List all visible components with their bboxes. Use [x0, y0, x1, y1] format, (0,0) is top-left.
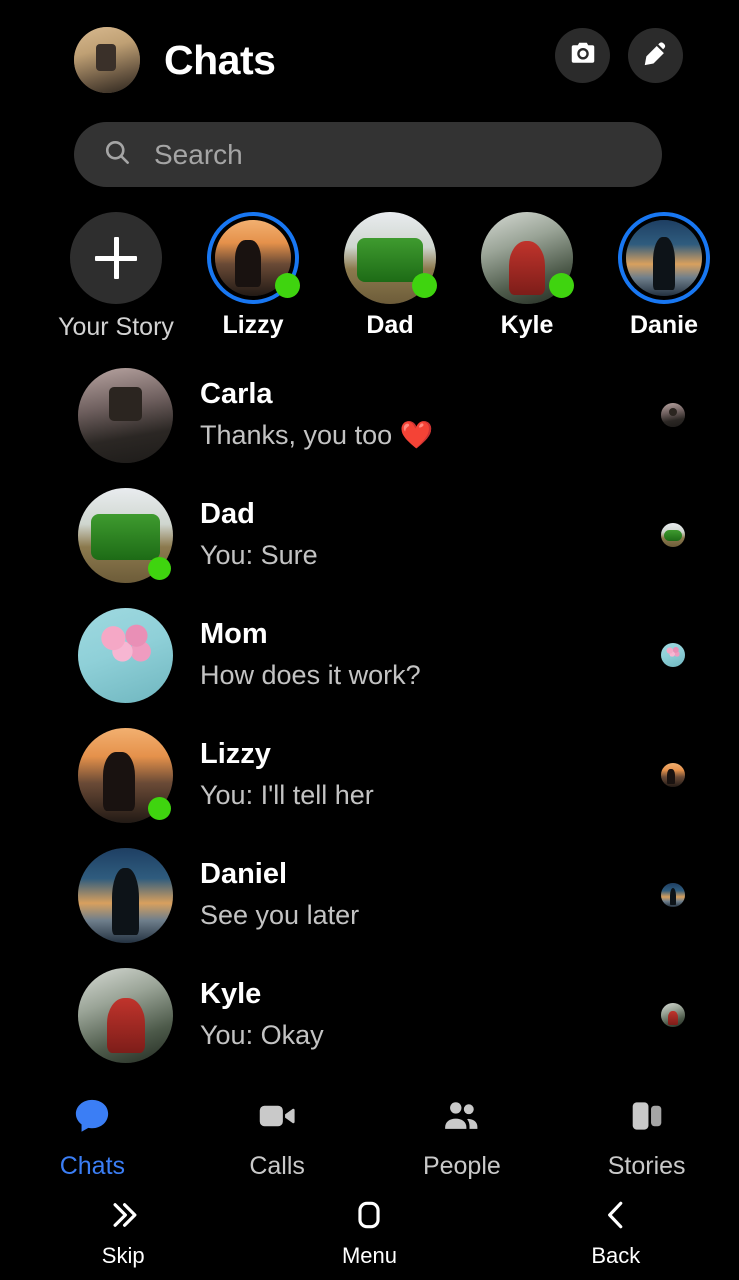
chat-row[interactable]: Daniel See you later	[0, 835, 739, 955]
search-placeholder: Search	[154, 138, 243, 170]
chat-row[interactable]: Mom How does it work?	[0, 595, 739, 715]
chat-name: Kyle	[200, 978, 262, 1011]
chat-bubble-icon	[70, 1094, 114, 1143]
sysnav-label: Back	[591, 1243, 641, 1268]
chat-name: Carla	[200, 378, 273, 411]
rounded-square-icon	[350, 1196, 388, 1239]
search-icon	[102, 137, 132, 172]
chat-snippet: You: I'll tell her	[200, 779, 374, 810]
tab-stories[interactable]: Stories	[554, 1094, 739, 1181]
sysnav-label: Menu	[341, 1243, 398, 1268]
compose-button[interactable]	[628, 28, 683, 83]
story-danie[interactable]: Danie	[610, 212, 718, 340]
your-story-label: Your Story	[58, 313, 174, 341]
chat-row[interactable]: Carla Thanks, you too ❤️	[0, 355, 739, 475]
app-header: Chats	[0, 22, 739, 98]
chat-avatar[interactable]	[78, 847, 173, 943]
story-lizzy[interactable]: Lizzy	[199, 212, 307, 340]
story-avatar	[626, 220, 702, 296]
pencil-compose-icon	[641, 39, 671, 72]
camera-icon	[568, 39, 598, 72]
story-label: Danie	[629, 311, 699, 339]
chat-avatar[interactable]	[78, 607, 173, 703]
sysnav-menu-button[interactable]: Menu	[246, 1196, 492, 1269]
tab-chats[interactable]: Chats	[0, 1094, 185, 1181]
system-navigation-bar[interactable]: Skip Menu Back	[0, 1185, 739, 1280]
online-status-dot	[275, 273, 300, 298]
read-receipt-avatar	[661, 523, 685, 547]
chat-name: Mom	[200, 618, 268, 651]
tab-people[interactable]: People	[370, 1094, 555, 1181]
double-chevron-right-icon	[104, 1196, 142, 1239]
story-label: Lizzy	[222, 311, 284, 339]
stories-row[interactable]: Your Story Lizzy Dad Kyle Danie	[0, 212, 739, 347]
page-title: Chats	[164, 36, 276, 83]
story-kyle[interactable]: Kyle	[473, 212, 581, 340]
story-dad[interactable]: Dad	[336, 212, 444, 340]
profile-avatar[interactable]	[74, 27, 140, 93]
chat-avatar[interactable]	[78, 367, 173, 463]
read-receipt-avatar	[661, 403, 685, 427]
sysnav-skip-button[interactable]: Skip	[0, 1196, 246, 1269]
video-camera-icon	[255, 1094, 299, 1143]
chevron-left-icon	[597, 1196, 635, 1239]
chat-name: Lizzy	[200, 738, 271, 771]
tab-label: Stories	[607, 1151, 686, 1180]
read-receipt-avatar	[661, 1003, 685, 1027]
chat-avatar[interactable]	[78, 967, 173, 1063]
messenger-chats-screen: Chats Search Your Story Lizzy Dad Kyle D…	[0, 0, 739, 1280]
header-actions	[555, 28, 683, 83]
story-your-story[interactable]: Your Story	[58, 212, 174, 342]
online-status-dot	[148, 556, 171, 580]
read-receipt-avatar	[661, 763, 685, 787]
read-receipt-avatar	[661, 883, 685, 907]
chat-name: Daniel	[200, 858, 288, 891]
camera-button[interactable]	[555, 28, 610, 83]
chat-name: Dad	[200, 498, 255, 531]
online-status-dot	[412, 273, 437, 298]
tab-label: Calls	[249, 1151, 305, 1180]
story-label: Dad	[366, 311, 414, 339]
online-status-dot	[148, 796, 171, 820]
people-icon	[440, 1094, 484, 1143]
chat-list[interactable]: Carla Thanks, you too ❤️ Dad You: Sure Mom Ho…	[0, 355, 739, 1075]
chat-snippet: See you later	[200, 899, 360, 930]
chat-snippet: You: Okay	[200, 1019, 324, 1050]
sysnav-back-button[interactable]: Back	[493, 1196, 739, 1269]
plus-icon	[70, 212, 162, 304]
read-receipt-avatar	[661, 643, 685, 667]
story-label: Kyle	[500, 311, 554, 339]
online-status-dot	[549, 273, 574, 298]
chat-row[interactable]: Lizzy You: I'll tell her	[0, 715, 739, 835]
chat-snippet: Thanks, you too ❤️	[200, 419, 434, 450]
chat-snippet: How does it work?	[200, 659, 421, 690]
chat-row[interactable]: Dad You: Sure	[0, 475, 739, 595]
tab-calls[interactable]: Calls	[185, 1094, 370, 1181]
tab-label: Chats	[59, 1151, 126, 1180]
chat-row[interactable]: Kyle You: Okay	[0, 955, 739, 1075]
sysnav-label: Skip	[101, 1243, 145, 1268]
search-input[interactable]: Search	[74, 122, 662, 187]
bottom-tab-bar[interactable]: Chats Calls People Stories	[0, 1089, 739, 1185]
chat-snippet: You: Sure	[200, 539, 318, 570]
stories-cards-icon	[625, 1094, 669, 1143]
tab-label: People	[422, 1151, 501, 1180]
